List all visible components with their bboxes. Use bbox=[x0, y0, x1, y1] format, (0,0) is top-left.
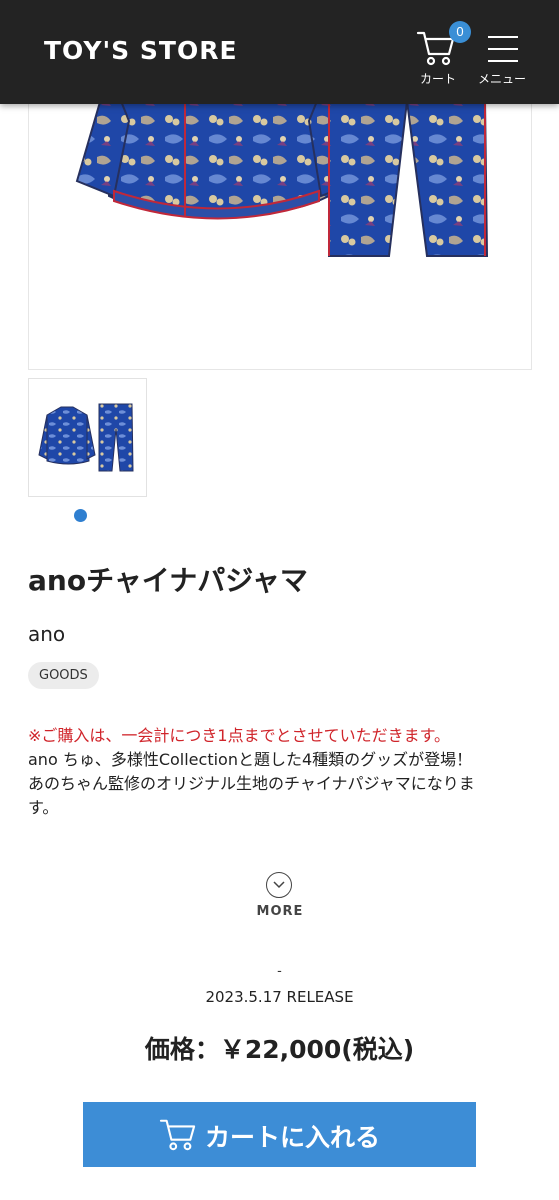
cart-button[interactable]: 0 カート bbox=[412, 21, 471, 88]
chevron-down-icon bbox=[266, 872, 292, 898]
artist-name[interactable]: ano bbox=[28, 622, 65, 646]
description-line: す。 bbox=[28, 798, 59, 817]
product-title: anoチャイナパジャマ bbox=[28, 564, 308, 597]
purchase-limit-notice: ※ご購入は、一会計につき1点までとさせていただきます。 bbox=[28, 726, 450, 745]
cart-count-badge: 0 bbox=[449, 21, 471, 43]
add-to-cart-button[interactable]: カートに入れる bbox=[83, 1102, 476, 1167]
product-thumbnail[interactable] bbox=[28, 378, 147, 497]
carousel-indicator[interactable] bbox=[74, 509, 87, 522]
more-button[interactable]: MORE bbox=[240, 870, 320, 922]
cart-icon bbox=[159, 1119, 196, 1151]
separator-dash: - bbox=[277, 962, 282, 978]
release-date: 2023.5.17 RELEASE bbox=[205, 988, 354, 1006]
category-tag[interactable]: GOODS bbox=[28, 662, 99, 689]
cart-label: カート bbox=[420, 72, 457, 86]
more-label: MORE bbox=[256, 904, 304, 919]
menu-button[interactable]: メニュー bbox=[474, 32, 534, 88]
description-line: ano ちゅ、多様性Collectionと題した4種類のグッズが登場！ bbox=[28, 750, 473, 769]
description-line: あのちゃん監修のオリジナル生地のチャイナパジャマになりま bbox=[28, 774, 475, 793]
store-logo[interactable]: TOY'S STORE bbox=[44, 36, 238, 65]
product-price: 価格：￥22,000(税込) bbox=[144, 1035, 415, 1064]
menu-label: メニュー bbox=[478, 72, 527, 86]
product-description: ano ちゅ、多様性Collectionと題した4種類のグッズが登場！ あのちゃ… bbox=[28, 748, 533, 820]
site-header: TOY'S STORE 0 カート メニュー bbox=[0, 0, 559, 104]
add-to-cart-label: カートに入れる bbox=[205, 1123, 381, 1152]
thumbnail-image bbox=[38, 403, 134, 472]
